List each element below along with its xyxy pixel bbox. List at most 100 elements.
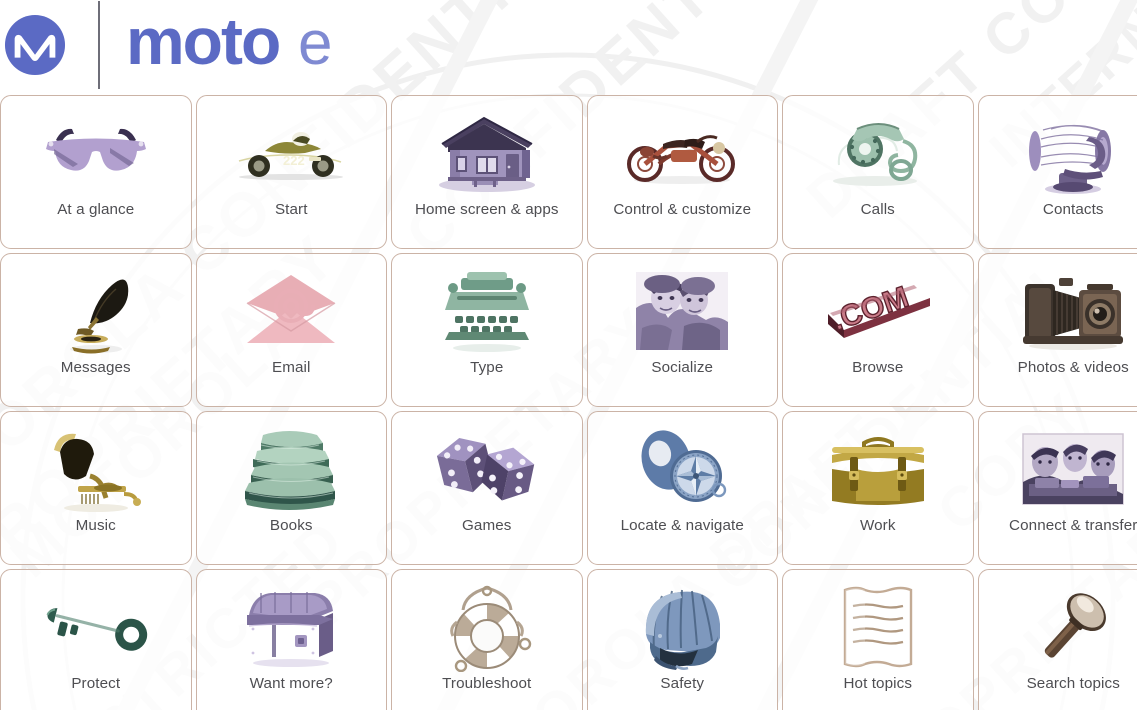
- tile-wrapper: Control & customize: [586, 95, 783, 253]
- topic-tile-type[interactable]: Type: [391, 253, 583, 407]
- tile-label: At a glance: [57, 201, 135, 218]
- dotcom-icon: .COM: [814, 265, 942, 357]
- tile-label: Contacts: [1042, 201, 1104, 218]
- tile-label: Messages: [60, 359, 131, 376]
- quill-inkwell-icon: [32, 265, 160, 357]
- tile-label: Calls: [860, 201, 895, 218]
- scroll-document-icon: [814, 581, 942, 673]
- topic-tile-connect-transfer[interactable]: Connect & transfer: [977, 411, 1137, 565]
- typewriter-icon: [423, 265, 551, 357]
- tile-wrapper: Search topics: [977, 569, 1137, 710]
- tile-wrapper: Connect & transfer: [977, 411, 1137, 569]
- tile-wrapper: 222 Start: [195, 95, 392, 253]
- tile-label: Socialize: [651, 359, 714, 376]
- magnifying-glass-icon: [1009, 581, 1137, 673]
- topic-tile-troubleshoot[interactable]: Troubleshoot: [391, 569, 583, 710]
- life-preserver-icon: [423, 581, 551, 673]
- topic-tile-protect[interactable]: Protect: [0, 569, 192, 710]
- sunglasses-icon: [32, 107, 160, 199]
- tile-label: Hot topics: [843, 675, 913, 692]
- topic-tile-books[interactable]: Books: [195, 411, 387, 565]
- topic-tile-safety[interactable]: Safety: [586, 569, 778, 710]
- topic-grid: At a glance 222 Start Home screen & apps: [0, 95, 1137, 710]
- vintage-photo-icon: [618, 265, 746, 357]
- moto-e-wordmark: moto e: [126, 10, 332, 78]
- topic-tile-contacts[interactable]: Contacts: [977, 95, 1137, 249]
- house-icon: [423, 107, 551, 199]
- topic-tile-messages[interactable]: Messages: [0, 253, 192, 407]
- topic-tile-email[interactable]: Email: [195, 253, 387, 407]
- topic-tile-locate-navigate[interactable]: Locate & navigate: [586, 411, 778, 565]
- envelope-at-icon: [227, 265, 355, 357]
- topic-tile-browse[interactable]: .COM Browse: [782, 253, 974, 407]
- briefcase-icon: [814, 423, 942, 515]
- old-photo-lab-icon: [1009, 423, 1137, 515]
- tile-label: Games: [462, 517, 512, 534]
- book-stack-icon: [227, 423, 355, 515]
- tile-label: Music: [75, 517, 116, 534]
- tile-label: Type: [470, 359, 504, 376]
- tile-label: Work: [859, 517, 896, 534]
- tile-label: Browse: [852, 359, 904, 376]
- tile-wrapper: Protect: [0, 569, 196, 710]
- tile-label: Books: [269, 517, 313, 534]
- tile-wrapper: Socialize: [586, 253, 783, 411]
- tile-label: Connect & transfer: [1009, 517, 1137, 534]
- topic-tile-socialize[interactable]: Socialize: [586, 253, 778, 407]
- motorola-batwing-logo-icon: [4, 14, 66, 76]
- gramophone-icon: [32, 423, 160, 515]
- wordmark-moto-text: moto: [126, 10, 279, 78]
- bellows-camera-icon: [1009, 265, 1137, 357]
- moto-e-help-home: .wmtxt { fill:#f1f1f1; font-family:"Libe…: [0, 0, 1137, 710]
- rotary-phone-icon: [814, 107, 942, 199]
- tile-label: Troubleshoot: [442, 675, 532, 692]
- topic-tile-control-customize[interactable]: Control & customize: [586, 95, 778, 249]
- tile-wrapper: Games: [391, 411, 587, 569]
- tile-label: Control & customize: [613, 201, 752, 218]
- tile-wrapper: Type: [391, 253, 587, 411]
- rolodex-icon: [1009, 107, 1137, 199]
- tile-wrapper: Locate & navigate: [586, 411, 783, 569]
- treasure-chest-icon: [227, 581, 355, 673]
- tile-wrapper: Want more?: [195, 569, 392, 710]
- race-car-icon: 222: [227, 107, 355, 199]
- tile-wrapper: Home screen & apps: [391, 95, 587, 253]
- topic-tile-photos-videos[interactable]: Photos & videos: [977, 253, 1137, 407]
- topic-tile-home-screen-apps[interactable]: Home screen & apps: [391, 95, 583, 249]
- tile-label: Start: [274, 201, 308, 218]
- topic-tile-music[interactable]: Music: [0, 411, 192, 565]
- tile-label: Email: [272, 359, 311, 376]
- page-header: moto e: [0, 0, 1137, 90]
- compass-icon: [618, 423, 746, 515]
- tile-label: Home screen & apps: [414, 201, 559, 218]
- tile-wrapper: Troubleshoot: [391, 569, 587, 710]
- topic-tile-start[interactable]: 222 Start: [195, 95, 387, 249]
- topic-tile-at-a-glance[interactable]: At a glance: [0, 95, 192, 249]
- motorcycle-icon: [618, 107, 746, 199]
- helmet-icon: [618, 581, 746, 673]
- tile-wrapper: Work: [782, 411, 978, 569]
- tile-wrapper: .COM Browse: [782, 253, 978, 411]
- tile-wrapper: Music: [0, 411, 196, 569]
- svg-text:.COM: .COM: [828, 281, 913, 338]
- tile-label: Safety: [660, 675, 705, 692]
- tile-wrapper: Books: [195, 411, 392, 569]
- topic-tile-calls[interactable]: Calls: [782, 95, 974, 249]
- tile-wrapper: Hot topics: [782, 569, 978, 710]
- tile-wrapper: At a glance: [0, 95, 196, 253]
- tile-label: Locate & navigate: [620, 517, 744, 534]
- tile-label: Search topics: [1026, 675, 1120, 692]
- header-divider: [98, 1, 100, 89]
- tile-wrapper: Photos & videos: [977, 253, 1137, 411]
- tile-wrapper: Calls: [782, 95, 978, 253]
- topic-tile-work[interactable]: Work: [782, 411, 974, 565]
- tile-wrapper: Email: [195, 253, 392, 411]
- topic-tile-search-topics[interactable]: Search topics: [977, 569, 1137, 710]
- topic-tile-hot-topics[interactable]: Hot topics: [782, 569, 974, 710]
- tile-wrapper: Safety: [586, 569, 783, 710]
- svg-text:222: 222: [283, 153, 305, 168]
- topic-tile-want-more[interactable]: Want more?: [195, 569, 387, 710]
- tile-label: Protect: [71, 675, 121, 692]
- topic-tile-games[interactable]: Games: [391, 411, 583, 565]
- tile-wrapper: Contacts: [977, 95, 1137, 253]
